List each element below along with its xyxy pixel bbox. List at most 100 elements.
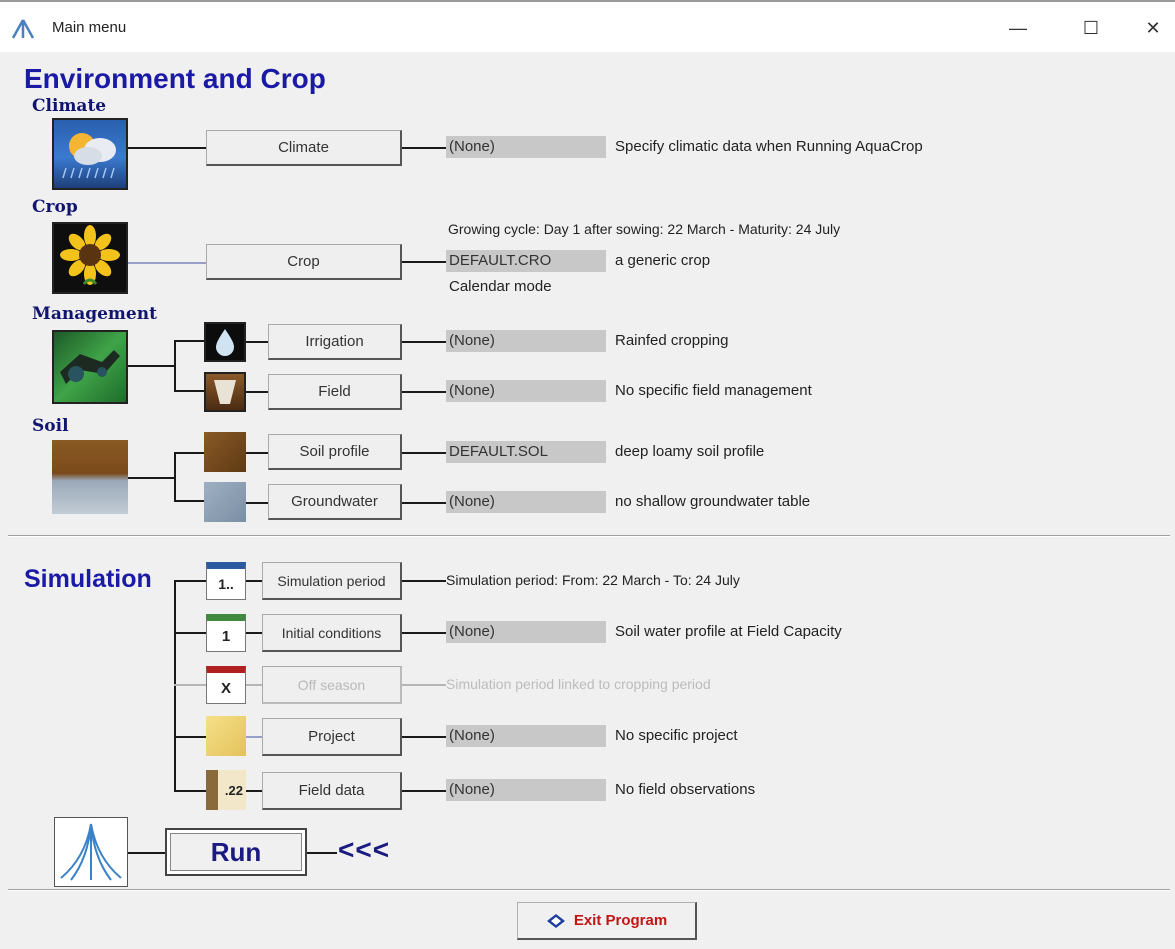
irrigation-button[interactable]: Irrigation bbox=[268, 324, 402, 360]
soil-heading: Soil bbox=[32, 416, 69, 436]
soil-profile-description: deep loamy soil profile bbox=[615, 443, 765, 460]
crop-file-field: DEFAULT.CRO bbox=[446, 250, 606, 272]
climate-heading: Climate bbox=[32, 96, 107, 116]
connector bbox=[402, 632, 448, 634]
crop-button[interactable]: Crop bbox=[206, 244, 402, 280]
section-divider bbox=[8, 535, 1170, 537]
connector bbox=[128, 262, 208, 264]
field-data-file-field: (None) bbox=[446, 779, 606, 801]
connector bbox=[246, 391, 270, 393]
field-data-button[interactable]: Field data bbox=[262, 772, 402, 810]
connector bbox=[174, 684, 206, 686]
project-button[interactable]: Project bbox=[262, 718, 402, 756]
field-data-description: No field observations bbox=[615, 781, 756, 798]
close-button[interactable]: ✕ bbox=[1130, 12, 1175, 44]
connector bbox=[246, 502, 270, 504]
water-drop-icon[interactable] bbox=[204, 322, 246, 362]
simulation-heading: Simulation bbox=[24, 565, 152, 593]
maximize-button[interactable]: ☐ bbox=[1068, 12, 1114, 44]
initial-conditions-description: Soil water profile at Field Capacity bbox=[615, 623, 842, 640]
connector bbox=[307, 852, 337, 854]
footer-divider bbox=[8, 889, 1170, 891]
groundwater-button[interactable]: Groundwater bbox=[268, 484, 402, 520]
irrigation-file-field: (None) bbox=[446, 330, 606, 352]
simulation-period-button[interactable]: Simulation period bbox=[262, 562, 402, 600]
field-description: No specific field management bbox=[615, 382, 812, 399]
groundwater-icon[interactable] bbox=[204, 482, 246, 522]
connector bbox=[128, 147, 208, 149]
aquacrop-run-icon bbox=[54, 817, 128, 887]
window-title: Main menu bbox=[52, 19, 127, 36]
main-menu-window: Main menu — ☐ ✕ Environment and Crop Cli… bbox=[0, 0, 1175, 949]
crop-description: a generic crop bbox=[615, 252, 711, 269]
groundwater-file-field: (None) bbox=[446, 491, 606, 513]
off-season-button: Off season bbox=[262, 666, 402, 704]
soil-icon[interactable] bbox=[52, 440, 128, 514]
connector bbox=[174, 580, 176, 792]
run-arrows: <<< bbox=[338, 834, 391, 865]
initial-conditions-calendar-icon[interactable]: 1 bbox=[206, 614, 246, 652]
connector bbox=[174, 500, 204, 502]
connector bbox=[402, 391, 448, 393]
initial-conditions-button[interactable]: Initial conditions bbox=[262, 614, 402, 652]
climate-icon[interactable] bbox=[52, 118, 128, 190]
off-season-description: Simulation period linked to cropping per… bbox=[446, 676, 711, 692]
connector bbox=[402, 502, 448, 504]
off-season-calendar-icon: X bbox=[206, 666, 246, 704]
connector bbox=[128, 365, 176, 367]
growing-cycle-text: Growing cycle: Day 1 after sowing: 22 Ma… bbox=[448, 221, 841, 237]
soil-profile-icon[interactable] bbox=[204, 432, 246, 472]
connector bbox=[174, 390, 204, 392]
connector bbox=[128, 477, 176, 479]
minimize-button[interactable]: — bbox=[995, 12, 1041, 44]
climate-button[interactable]: Climate bbox=[206, 130, 402, 166]
field-management-icon[interactable] bbox=[204, 372, 246, 412]
exit-diamond-icon bbox=[546, 913, 565, 928]
run-button[interactable]: Run bbox=[165, 828, 307, 876]
groundwater-description: no shallow groundwater table bbox=[615, 493, 811, 510]
aquacrop-logo-icon bbox=[11, 19, 35, 39]
connector bbox=[402, 452, 448, 454]
management-heading: Management bbox=[32, 304, 157, 324]
connector bbox=[174, 580, 206, 582]
connector bbox=[174, 736, 206, 738]
connector bbox=[174, 340, 176, 392]
connector bbox=[402, 341, 448, 343]
field-button[interactable]: Field bbox=[268, 374, 402, 410]
exit-program-label: Exit Program bbox=[573, 912, 668, 929]
field-file-field: (None) bbox=[446, 380, 606, 402]
climate-description: Specify climatic data when Running AquaC… bbox=[615, 138, 923, 155]
initial-conditions-file-field: (None) bbox=[446, 621, 606, 643]
connector bbox=[128, 852, 166, 854]
connector bbox=[402, 736, 448, 738]
env-crop-heading: Environment and Crop bbox=[24, 63, 326, 94]
connector bbox=[402, 684, 446, 686]
connector bbox=[174, 340, 204, 342]
calendar-icon[interactable]: 1.. bbox=[206, 562, 246, 600]
simulation-period-description: Simulation period: From: 22 March - To: … bbox=[446, 572, 740, 588]
connector bbox=[174, 790, 206, 792]
irrigation-description: Rainfed cropping bbox=[615, 332, 729, 349]
climate-file-field: (None) bbox=[446, 136, 606, 158]
connector bbox=[174, 452, 176, 502]
project-icon[interactable] bbox=[206, 716, 246, 756]
crop-heading: Crop bbox=[32, 197, 78, 217]
connector bbox=[402, 147, 448, 149]
connector bbox=[246, 452, 270, 454]
field-data-icon[interactable]: .22 bbox=[206, 770, 246, 810]
connector bbox=[174, 452, 204, 454]
soil-profile-button[interactable]: Soil profile bbox=[268, 434, 402, 470]
calendar-mode-text: Calendar mode bbox=[449, 278, 552, 295]
project-description: No specific project bbox=[615, 727, 738, 744]
connector bbox=[246, 341, 270, 343]
connector bbox=[402, 580, 446, 582]
connector bbox=[174, 632, 206, 634]
exit-program-button[interactable]: Exit Program bbox=[517, 902, 697, 940]
project-file-field: (None) bbox=[446, 725, 606, 747]
sunflower-icon[interactable] bbox=[52, 222, 128, 294]
title-bar: Main menu — ☐ ✕ bbox=[0, 2, 1175, 52]
connector bbox=[402, 790, 448, 792]
soil-file-field: DEFAULT.SOL bbox=[446, 441, 606, 463]
connector bbox=[402, 261, 448, 263]
management-icon[interactable] bbox=[52, 330, 128, 404]
